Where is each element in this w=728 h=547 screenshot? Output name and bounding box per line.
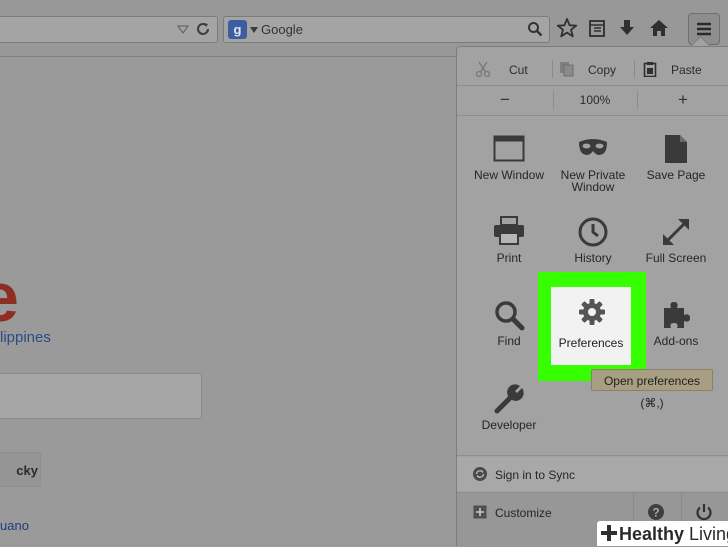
- customize-label: Customize: [495, 506, 552, 520]
- search-engine-selector[interactable]: g: [228, 20, 258, 39]
- menu-item-add-ons[interactable]: Add-ons: [635, 293, 717, 373]
- cut-label: Cut: [509, 63, 528, 77]
- sync-label: Sign in to Sync: [495, 468, 576, 482]
- chevron-down-icon: [250, 27, 258, 33]
- scissors-icon: [475, 61, 491, 77]
- fullscreen-arrows-icon: [663, 219, 689, 245]
- power-icon[interactable]: [695, 503, 713, 521]
- google-icon: g: [228, 20, 247, 39]
- menu-item-label: Preferences: [558, 336, 624, 350]
- hamburger-icon: [697, 22, 711, 36]
- menu-item-developer[interactable]: Developer: [468, 377, 550, 457]
- wrench-icon: [494, 384, 524, 414]
- menu-item-label: Add-ons: [653, 334, 699, 348]
- downloads-icon[interactable]: [616, 17, 638, 39]
- svg-text:?: ?: [652, 506, 659, 520]
- paste-label: Paste: [671, 63, 702, 77]
- menu-item-label: New Private Window: [560, 168, 626, 194]
- menu-item-save-page[interactable]: Save Page: [635, 127, 717, 207]
- sign-in-to-sync-button[interactable]: Sign in to Sync: [457, 457, 728, 491]
- divider: [457, 115, 728, 116]
- window-icon: [493, 135, 525, 162]
- edit-separator: [634, 60, 635, 78]
- logo-region-text: lippines: [0, 329, 51, 346]
- plus-icon: [601, 525, 617, 541]
- page-icon: [665, 135, 687, 163]
- divider: [457, 85, 728, 86]
- edit-controls: Cut Copy Paste: [457, 55, 728, 83]
- menu-item-new-window[interactable]: New Window: [468, 127, 550, 207]
- menu-item-full-screen[interactable]: Full Screen: [635, 210, 717, 290]
- copy-label: Copy: [588, 63, 617, 77]
- puzzle-icon: [664, 302, 690, 328]
- menu-item-label: Print: [496, 251, 522, 265]
- menu-item-new-private-window[interactable]: New Private Window: [552, 127, 634, 207]
- search-placeholder: Google: [261, 22, 303, 37]
- page-search-input[interactable]: [0, 373, 202, 419]
- menu-item-label: Full Screen: [645, 251, 707, 265]
- menu-item-label: New Window: [473, 168, 545, 182]
- language-link[interactable]: uano: [0, 518, 29, 533]
- clock-icon: [578, 217, 608, 247]
- private-mask-icon: [579, 139, 607, 155]
- preferences-tooltip: Open preferences (⌘,): [591, 369, 713, 410]
- address-bar[interactable]: [0, 16, 218, 43]
- zoom-out-button[interactable]: −: [457, 87, 553, 113]
- bookmark-star-icon[interactable]: [556, 17, 578, 39]
- page-logo: e: [0, 262, 19, 332]
- menu-item-label: History: [574, 251, 612, 265]
- clipboard-icon: [643, 62, 657, 77]
- zoom-in-button[interactable]: +: [638, 87, 728, 113]
- watermark-logo: Healthy Living: [597, 521, 728, 546]
- edit-separator: [552, 60, 553, 78]
- zoom-controls: − 100% +: [457, 87, 728, 113]
- copy-button[interactable]: Copy: [555, 55, 631, 83]
- history-dropdown-icon[interactable]: [177, 23, 189, 35]
- home-icon[interactable]: [648, 17, 670, 39]
- feeling-lucky-button[interactable]: cky: [0, 452, 41, 487]
- copy-icon: [560, 62, 574, 77]
- sync-icon: [473, 467, 487, 481]
- reload-icon[interactable]: [195, 21, 211, 37]
- paste-button[interactable]: Paste: [637, 55, 727, 83]
- zoom-reset-button[interactable]: 100%: [553, 87, 637, 113]
- search-icon[interactable]: [527, 21, 543, 37]
- plus-square-icon: [473, 505, 487, 519]
- menu-item-label: Save Page: [646, 168, 706, 182]
- search-bar[interactable]: g Google: [223, 16, 550, 43]
- printer-icon: [494, 216, 524, 245]
- watermark-text: Healthy Living: [619, 524, 728, 544]
- help-icon[interactable]: ?: [647, 503, 665, 521]
- menu-item-preferences[interactable]: Preferences: [551, 287, 631, 365]
- bookmarks-menu-icon[interactable]: [586, 17, 608, 39]
- divider: [457, 455, 728, 456]
- cut-button[interactable]: Cut: [457, 55, 541, 83]
- menu-item-label: Developer: [481, 418, 537, 432]
- gear-icon: [579, 299, 605, 325]
- magnifier-icon: [495, 301, 525, 331]
